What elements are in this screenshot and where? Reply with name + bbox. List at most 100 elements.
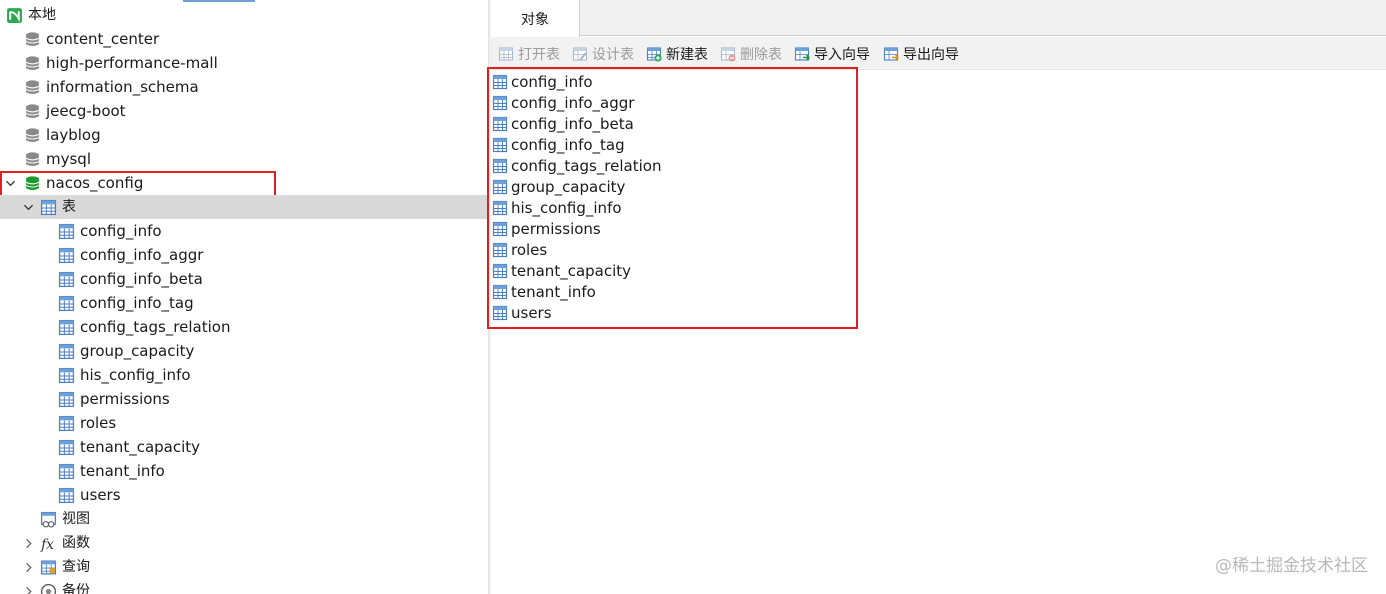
database-open-icon <box>24 175 41 192</box>
tree-table-item[interactable]: users <box>0 483 490 507</box>
tree-database[interactable]: layblog <box>0 123 490 147</box>
tree-group-views[interactable]: 视图 <box>0 507 490 531</box>
table-icon <box>492 283 509 300</box>
tree-database[interactable]: information_schema <box>0 75 490 99</box>
tree-table-item[interactable]: config_tags_relation <box>0 315 490 339</box>
object-table-item[interactable]: tenant_info <box>492 281 596 302</box>
tree-group-tables[interactable]: 表 <box>0 195 490 219</box>
table-icon <box>492 73 509 90</box>
chevron-down-icon[interactable] <box>4 177 16 189</box>
tree-table-item[interactable]: config_info <box>0 219 490 243</box>
object-table-item[interactable]: config_info <box>492 71 593 92</box>
table-icon <box>58 415 75 432</box>
object-name: permissions <box>511 219 601 238</box>
database-name: layblog <box>46 126 101 144</box>
table-icon <box>58 487 75 504</box>
import-wizard-button[interactable]: 导入向导 <box>793 43 870 65</box>
tree-table-item[interactable]: config_info_aggr <box>0 243 490 267</box>
table-icon <box>492 220 509 237</box>
object-table-item[interactable]: his_config_info <box>492 197 622 218</box>
tree-table-item[interactable]: tenant_capacity <box>0 435 490 459</box>
object-name: users <box>511 303 552 322</box>
table-icon <box>492 199 509 216</box>
tree-table-item[interactable]: roles <box>0 411 490 435</box>
tree-database[interactable]: jeecg-boot <box>0 99 490 123</box>
table-icon <box>58 319 75 336</box>
tree-group-backups[interactable]: 备份 <box>0 579 490 594</box>
tree-database[interactable]: mysql <box>0 147 490 171</box>
object-name: roles <box>511 240 548 259</box>
group-label-views: 视图 <box>62 511 90 527</box>
table-name: config_info_tag <box>80 294 194 312</box>
table-icon <box>58 247 75 264</box>
view-icon <box>40 511 57 528</box>
tree-database-nacos-config[interactable]: nacos_config <box>0 171 490 195</box>
object-name: config_info <box>511 72 593 91</box>
database-icon <box>24 31 41 48</box>
table-icon <box>58 295 75 312</box>
tree-database[interactable]: high-performance-mall <box>0 51 490 75</box>
table-icon <box>58 223 75 240</box>
delete-table-button[interactable]: 删除表 <box>719 43 782 65</box>
tab-strip: 对象 <box>491 0 1386 37</box>
tab-objects-label: 对象 <box>521 11 549 28</box>
tree-table-item[interactable]: tenant_info <box>0 459 490 483</box>
top-scroll-indicator <box>183 0 255 2</box>
object-table-item[interactable]: permissions <box>492 218 601 239</box>
object-table-item[interactable]: tenant_capacity <box>492 260 631 281</box>
group-label-tables: 表 <box>62 199 76 215</box>
tree-database[interactable]: content_center <box>0 27 490 51</box>
export-wizard-button[interactable]: 导出向导 <box>882 43 959 65</box>
object-name: his_config_info <box>511 198 622 217</box>
tree-table-item[interactable]: config_info_tag <box>0 291 490 315</box>
new-table-button[interactable]: 新建表 <box>645 43 708 65</box>
object-table-item[interactable]: config_info_tag <box>492 134 625 155</box>
export-wizard-label: 导出向导 <box>903 47 959 63</box>
chevron-right-icon[interactable] <box>22 585 34 594</box>
open-table-button[interactable]: 打开表 <box>497 43 560 65</box>
table-icon <box>58 367 75 384</box>
table-icon <box>58 391 75 408</box>
object-table-item[interactable]: config_tags_relation <box>492 155 661 176</box>
table-name: config_info_beta <box>80 270 203 288</box>
table-name: permissions <box>80 390 170 408</box>
group-label-queries: 查询 <box>62 559 90 575</box>
object-name: config_info_aggr <box>511 93 635 112</box>
chevron-down-icon[interactable] <box>22 201 34 213</box>
tree-table-item[interactable]: group_capacity <box>0 339 490 363</box>
chevron-right-icon[interactable] <box>22 537 34 549</box>
tree-table-item[interactable]: his_config_info <box>0 363 490 387</box>
tab-objects[interactable]: 对象 <box>491 0 580 37</box>
tree-connection[interactable]: 本地 <box>0 3 490 27</box>
object-table-item[interactable]: config_info_beta <box>492 113 634 134</box>
table-icon <box>492 304 509 321</box>
open-table-label: 打开表 <box>518 47 560 63</box>
table-icon <box>492 136 509 153</box>
tree-group-functions[interactable]: fx 函数 <box>0 531 490 555</box>
database-icon <box>24 103 41 120</box>
database-icon <box>24 127 41 144</box>
open-table-icon <box>497 46 514 63</box>
object-name: group_capacity <box>511 177 626 196</box>
database-icon <box>24 55 41 72</box>
table-icon <box>492 115 509 132</box>
database-icon <box>24 151 41 168</box>
object-table-item[interactable]: config_info_aggr <box>492 92 634 113</box>
table-name: roles <box>80 414 117 432</box>
object-table-item[interactable]: roles <box>492 239 547 260</box>
group-label-functions: 函数 <box>62 535 90 551</box>
connection-name: 本地 <box>28 7 56 23</box>
chevron-right-icon[interactable] <box>22 561 34 573</box>
objects-pane: 对象 打开表 设计表 新建表 删除表 导入向导 导出向导 config_info… <box>487 0 1386 594</box>
object-table-item[interactable]: users <box>492 302 552 323</box>
import-wizard-icon <box>793 46 810 63</box>
tree-table-item[interactable]: config_info_beta <box>0 267 490 291</box>
design-table-button[interactable]: 设计表 <box>571 43 634 65</box>
database-name: information_schema <box>46 78 199 96</box>
object-table-item[interactable]: group_capacity <box>492 176 625 197</box>
object-name: config_info_beta <box>511 114 634 133</box>
tree-group-queries[interactable]: 查询 <box>0 555 490 579</box>
export-wizard-icon <box>882 46 899 63</box>
tree-table-item[interactable]: permissions <box>0 387 490 411</box>
objects-toolbar: 打开表 设计表 新建表 删除表 导入向导 导出向导 <box>491 37 1386 70</box>
